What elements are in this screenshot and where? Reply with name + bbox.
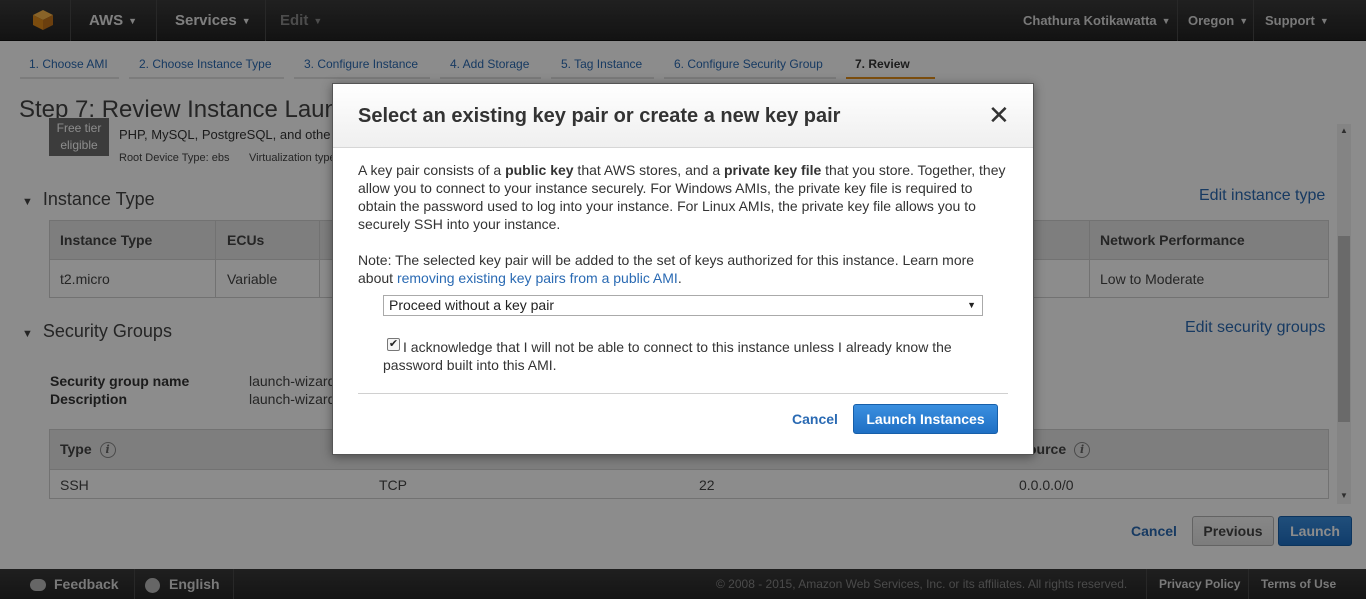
acknowledge-checkbox[interactable]: ✔ [387,338,400,351]
key-pair-explanation: A key pair consists of a public key that… [358,162,1006,232]
dropdown-arrow-icon: ▼ [967,300,976,310]
dialog-cancel-button[interactable]: Cancel [792,411,838,427]
dialog-divider [358,393,1008,394]
removing-key-pairs-link[interactable]: removing existing key pairs from a publi… [397,270,678,286]
selected-option-label: Proceed without a key pair [389,297,554,313]
dialog-header: Select an existing key pair or create a … [333,84,1033,148]
close-icon[interactable]: ✕ [988,102,1010,128]
dialog-title: Select an existing key pair or create a … [358,105,841,127]
key-pair-note: Note: The selected key pair will be adde… [358,252,975,286]
launch-instances-button[interactable]: Launch Instances [853,404,998,434]
key-pair-dialog: Select an existing key pair or create a … [332,83,1034,455]
acknowledge-text: I acknowledge that I will not be able to… [383,339,952,373]
key-pair-option-select[interactable]: Proceed without a key pair ▼ [383,295,983,316]
